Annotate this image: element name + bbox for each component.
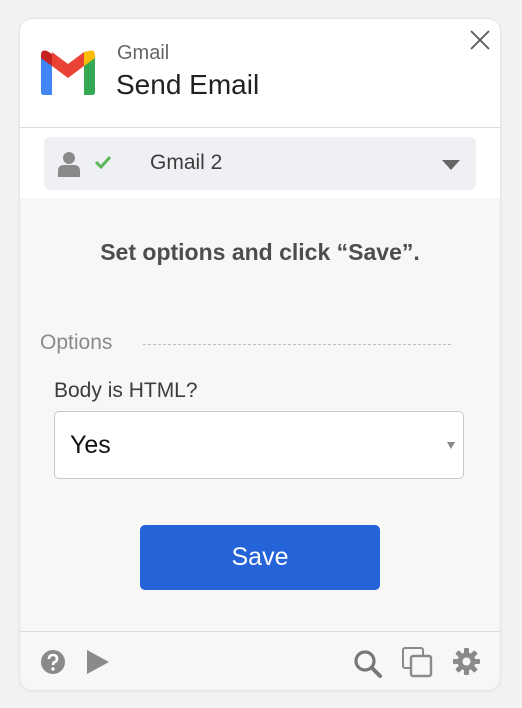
page-title: Send Email bbox=[116, 69, 260, 100]
panel-footer bbox=[20, 631, 500, 690]
instruction-text: Set options and click “Save”. bbox=[100, 239, 420, 265]
account-label: Gmail 2 bbox=[150, 151, 223, 174]
save-button[interactable]: Save bbox=[140, 525, 380, 590]
account-row: Gmail 2 bbox=[20, 128, 500, 198]
step-panel: Gmail Send Email Gmail 2 Set options and… bbox=[20, 19, 500, 690]
body-is-html-value: Yes bbox=[70, 431, 111, 459]
check-icon bbox=[95, 155, 111, 169]
copy-icon[interactable] bbox=[401, 646, 433, 678]
account-select[interactable]: Gmail 2 bbox=[44, 137, 476, 190]
gmail-logo-icon bbox=[41, 50, 95, 95]
help-icon[interactable] bbox=[40, 649, 66, 675]
app-name: Gmail bbox=[117, 42, 170, 64]
search-icon[interactable] bbox=[353, 649, 382, 678]
chevron-down-icon bbox=[447, 442, 455, 449]
user-icon bbox=[58, 152, 80, 177]
panel-header: Gmail Send Email bbox=[20, 19, 500, 128]
play-icon[interactable] bbox=[86, 649, 110, 675]
chevron-down-icon bbox=[442, 160, 460, 170]
options-divider bbox=[143, 344, 451, 345]
body-is-html-label: Body is HTML? bbox=[54, 379, 198, 402]
body-is-html-select[interactable]: Yes bbox=[54, 411, 464, 479]
close-icon[interactable] bbox=[468, 28, 492, 52]
options-section-label: Options bbox=[40, 331, 113, 354]
gear-icon[interactable] bbox=[453, 648, 480, 675]
